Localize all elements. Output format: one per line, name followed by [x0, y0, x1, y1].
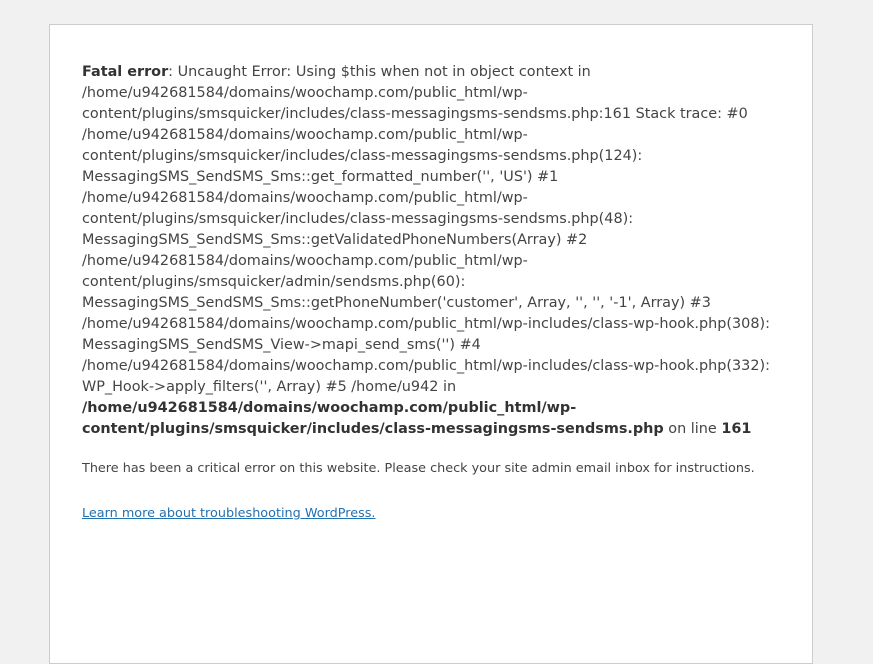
fatal-error-label: Fatal error — [82, 64, 169, 80]
fatal-error-separator: : — [168, 64, 178, 80]
critical-error-notice: There has been a critical error on this … — [82, 461, 755, 476]
on-line-text: on line — [663, 421, 722, 437]
fatal-error-message: Fatal error: Uncaught Error: Using $this… — [82, 62, 780, 440]
error-box: Fatal error: Uncaught Error: Using $this… — [49, 24, 813, 664]
fatal-error-details: Uncaught Error: Using $this when not in … — [82, 64, 770, 395]
error-line-number: 161 — [721, 421, 752, 437]
troubleshooting-link[interactable]: Learn more about troubleshooting WordPre… — [82, 504, 375, 524]
error-file-path: /home/u942681584/domains/woochamp.com/pu… — [82, 400, 664, 437]
